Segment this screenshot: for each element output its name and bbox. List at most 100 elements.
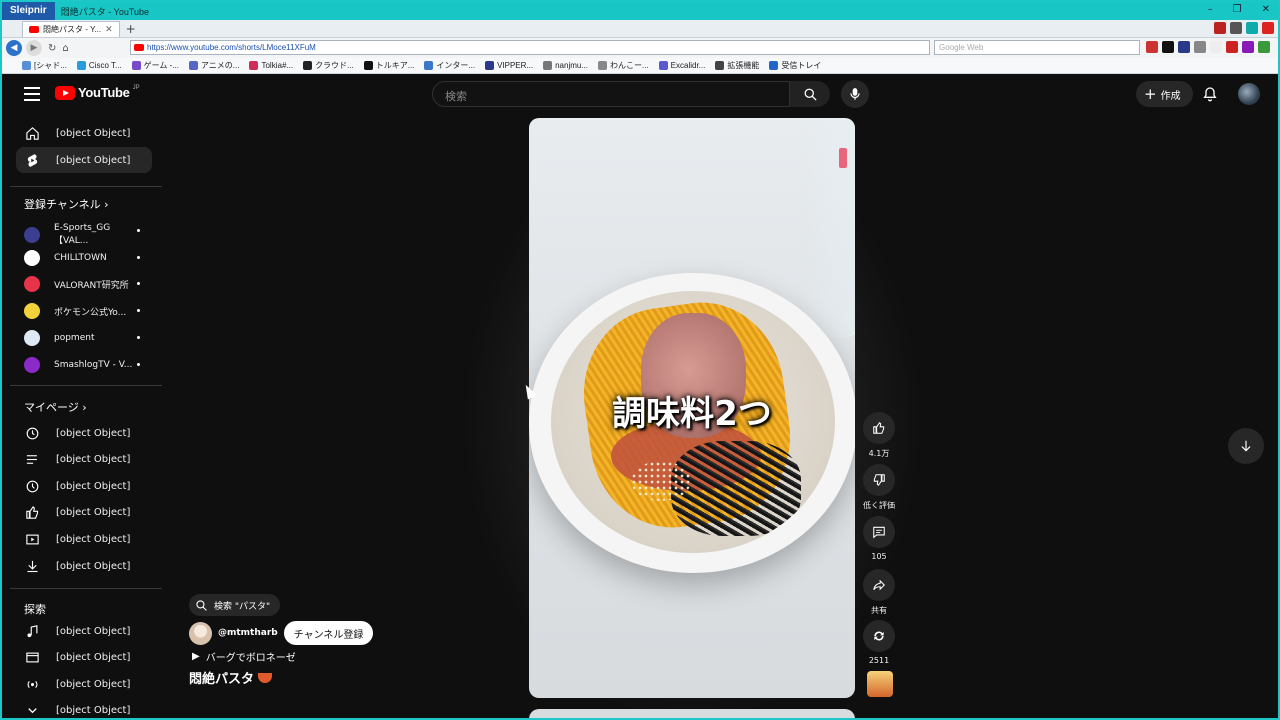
bookmark-item[interactable]: 拡張機能 [715,60,759,71]
bookmark-item[interactable]: ゲーム -... [131,60,179,71]
sidebar-item-liked[interactable]: [object Object] [16,500,152,526]
sidebar-item-history[interactable]: [object Object] [16,420,152,446]
live-icon [24,676,40,692]
next-short-preview[interactable] [529,709,855,718]
toolbar-icon[interactable] [1178,41,1190,53]
sidebar-item-music[interactable]: [object Object] [16,618,152,644]
maximize-icon[interactable]: ❐ [1233,4,1242,15]
sidebar-item-chevron-down[interactable]: [object Object] [16,698,152,719]
bookmark-label: アニメの... [200,61,240,70]
new-content-dot [137,255,140,259]
new-content-dot [137,282,140,286]
subscription-channel[interactable]: ポケモン公式Yo... [24,303,144,320]
short-video[interactable]: 調味料2つ [529,118,855,698]
new-content-dot [137,362,140,366]
bookmark-label: トルキア... [375,61,415,70]
next-short-button[interactable] [1228,428,1264,464]
bookmark-item[interactable]: インター... [424,60,475,71]
amazon-icon[interactable] [1210,41,1222,53]
toolbar-icon[interactable] [1226,41,1238,53]
extension-icon[interactable] [1246,22,1258,34]
extension-icon[interactable] [1262,22,1274,34]
remix-button[interactable] [863,620,895,652]
cup-marking-image [839,148,847,168]
related-search-chip[interactable]: 検索 "パスタ" [189,594,281,616]
bookmark-item[interactable]: nanjmu... [543,61,588,70]
forward-icon[interactable]: ▶ [26,40,42,56]
sidebar-item-home[interactable]: [object Object] [16,120,152,146]
subscription-channel[interactable]: SmashlogTV - V... [24,356,144,373]
home-browser-icon[interactable]: ⌂ [62,43,68,54]
bookmark-item[interactable]: Excalidr... [658,61,705,70]
reload-icon[interactable]: ↻ [48,43,56,54]
bookmark-item[interactable]: アニメの... [188,60,240,71]
microphone-icon [850,88,860,100]
bookmark-label: インター... [436,61,476,70]
yahoo-icon[interactable] [1242,41,1254,53]
new-tab-icon[interactable]: + [126,22,136,36]
bookmark-item[interactable]: わんこー... [598,60,649,71]
bookmark-item[interactable]: [シャド... [22,60,67,71]
bell-icon [1203,87,1217,102]
nori-image [671,441,801,536]
youtube-logo[interactable]: YouTube JP [55,85,140,100]
channel-handle[interactable]: @mtmtharb [218,628,278,638]
dislike-button[interactable] [863,464,895,496]
bookmark-item[interactable]: クラウド... [303,60,354,71]
tab-youtube[interactable]: 悶絶パスタ - Y... ✕ [22,20,120,37]
notifications-button[interactable] [1202,85,1218,107]
share-button[interactable] [863,569,895,601]
sidebar-section-heading[interactable]: マイページ › [24,399,87,415]
search-input[interactable]: 検索 [432,81,790,107]
toolbar-icon[interactable] [1194,41,1206,53]
subscription-channel[interactable]: CHILLTOWN [24,249,144,266]
bookmark-item[interactable]: 受信トレイ [769,60,821,71]
web-search-field[interactable]: Google Web [934,40,1140,55]
x-icon[interactable] [1162,41,1174,53]
comments-button[interactable] [863,516,895,548]
subscribe-button[interactable]: チャンネル登録 [283,621,374,645]
bookmark-item[interactable]: トルキア... [363,60,415,71]
bookmark-item[interactable]: Tolkia#... [249,61,293,70]
bookmark-item[interactable]: VIPPER... [485,61,533,70]
bookmark-item[interactable]: Cisco T... [76,61,122,70]
sesame-image [631,461,691,501]
sidebar-item-movies[interactable]: [object Object] [16,645,152,671]
sidebar-item-live[interactable]: [object Object] [16,671,152,697]
channel-avatar[interactable] [189,621,212,645]
sidebar-item-your-videos[interactable]: [object Object] [16,526,152,552]
extension-icon[interactable] [1214,22,1226,34]
extension-icon[interactable] [1230,22,1242,34]
section-heading-text: マイページ [24,401,79,414]
sidebar-item-download[interactable]: [object Object] [16,553,152,579]
browser-brand: Sleipnir [2,2,55,20]
toolbar-icon[interactable] [1258,41,1270,53]
sidebar-item-label: [object Object] [56,678,131,690]
sidebar-divider [10,588,162,589]
music-row[interactable]: ▶ バーグでボロネーゼ [192,649,296,664]
sidebar-item-playlist[interactable]: [object Object] [16,447,152,473]
comment-action: 105 [863,516,895,561]
subscription-channel[interactable]: E-Sports_GG【VAL... [24,223,144,246]
sound-thumbnail[interactable] [867,671,893,697]
voice-search-button[interactable] [841,80,869,108]
close-icon[interactable]: ✕ [1262,4,1270,15]
back-icon[interactable]: ◀ [6,40,22,56]
search-button[interactable] [790,81,830,107]
sidebar-item-shorts[interactable]: [object Object] [16,147,152,173]
subscription-channel[interactable]: VALORANT研究所 [24,276,144,293]
menu-icon[interactable] [24,87,40,105]
like-button[interactable] [863,412,895,444]
toolbar-icon[interactable] [1146,41,1158,53]
thumbs-down-icon [873,474,885,487]
minimize-icon[interactable]: – [1208,4,1213,15]
channel-avatar [24,356,40,373]
sidebar-section-heading[interactable]: 登録チャンネル › [24,196,109,212]
create-button[interactable]: + 作成 [1136,81,1193,107]
sidebar-item-watch-later[interactable]: [object Object] [16,473,152,499]
subscription-channel[interactable]: popment [24,329,144,346]
video-caption: 調味料2つ [612,394,772,434]
account-avatar[interactable] [1238,83,1260,105]
tab-close-icon[interactable]: ✕ [105,24,113,35]
url-field[interactable]: https://www.youtube.com/shorts/LMoce11XF… [130,40,930,55]
